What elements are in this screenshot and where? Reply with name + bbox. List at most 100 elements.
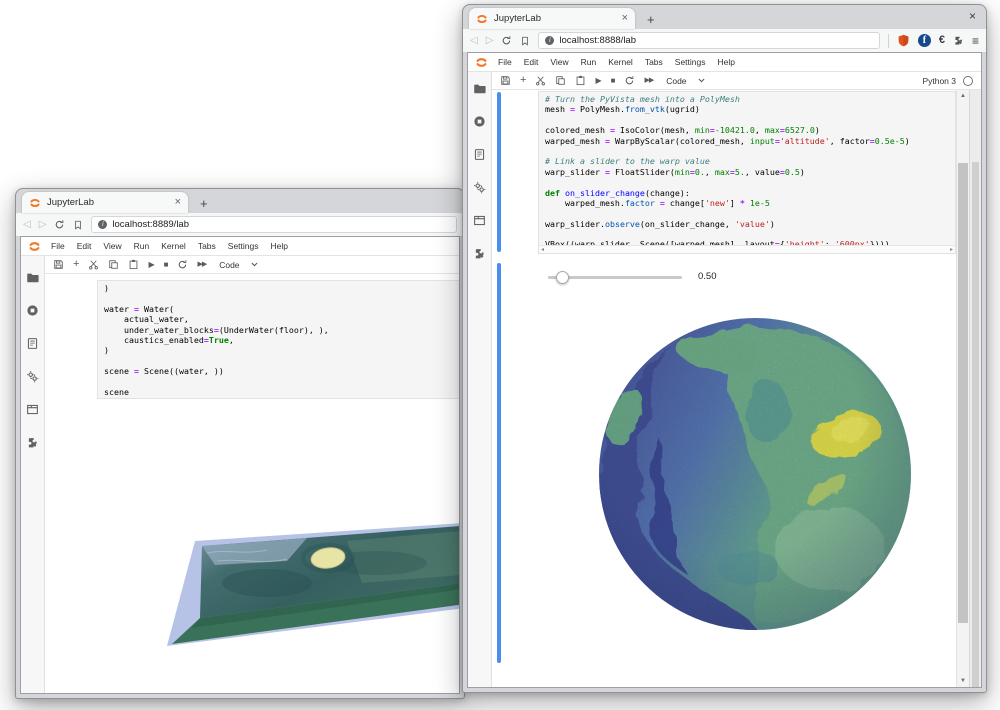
bookmark-icon[interactable] <box>73 220 83 230</box>
paste-icon[interactable] <box>128 259 139 270</box>
window-close-icon[interactable]: × <box>969 10 976 22</box>
back-icon[interactable]: ◁ <box>23 220 31 230</box>
jupyter-logo-icon <box>28 240 41 253</box>
restart-kernel-icon[interactable] <box>624 75 635 86</box>
menu-view[interactable]: View <box>97 241 127 251</box>
running-sessions-icon[interactable] <box>26 304 39 317</box>
save-icon[interactable] <box>53 259 64 270</box>
vertical-scrollbar[interactable]: ▲ ▼ <box>956 90 970 687</box>
new-tab-button[interactable]: + <box>647 13 655 26</box>
stop-icon[interactable]: ■ <box>164 261 169 269</box>
site-info-icon[interactable]: i <box>98 220 107 229</box>
menu-settings[interactable]: Settings <box>222 241 265 251</box>
active-cell-indicator[interactable] <box>497 92 501 252</box>
scrollbar-thumb[interactable] <box>958 163 968 623</box>
code-editor[interactable]: ) water = Water( actual_water, under_wat… <box>98 281 459 397</box>
currency-extension-icon[interactable]: € <box>939 35 945 46</box>
menu-kernel[interactable]: Kernel <box>155 241 192 251</box>
extensions-puzzle-icon[interactable] <box>953 35 964 46</box>
bookmark-icon[interactable] <box>520 36 530 46</box>
menu-tabs[interactable]: Tabs <box>639 57 669 67</box>
globe-scene-output[interactable] <box>598 317 912 631</box>
cut-icon[interactable] <box>88 259 99 270</box>
shield-icon[interactable] <box>897 34 910 47</box>
scroll-left-icon[interactable]: ◂ <box>541 247 544 253</box>
url-bar[interactable]: i localhost:8888/lab <box>538 32 879 49</box>
browser-tab[interactable]: JupyterLab × <box>22 192 188 213</box>
reload-icon[interactable] <box>54 219 65 230</box>
url-text: localhost:8888/lab <box>559 35 636 46</box>
notebook-toolbar: + ▶ ■ ▶▶ Code Python 3 <box>492 72 981 90</box>
run-all-icon[interactable]: ▶▶ <box>644 77 653 84</box>
file-browser-icon[interactable] <box>26 271 39 284</box>
kernel-name[interactable]: Python 3 <box>922 76 956 86</box>
water-scene-output[interactable] <box>147 513 459 663</box>
copy-icon[interactable] <box>108 259 119 270</box>
url-bar[interactable]: i localhost:8889/lab <box>91 216 457 233</box>
extension-manager-icon[interactable] <box>26 436 39 449</box>
menu-file[interactable]: File <box>45 241 71 251</box>
tab-close-icon[interactable]: × <box>622 13 628 24</box>
open-tabs-icon[interactable] <box>473 214 486 227</box>
run-all-icon[interactable]: ▶▶ <box>197 261 206 268</box>
menu-tabs[interactable]: Tabs <box>192 241 222 251</box>
menu-run[interactable]: Run <box>128 241 156 251</box>
tab-close-icon[interactable]: × <box>175 197 181 208</box>
menu-help[interactable]: Help <box>265 241 294 251</box>
add-cell-icon[interactable]: + <box>73 259 79 270</box>
menu-view[interactable]: View <box>544 57 574 67</box>
property-inspector-icon[interactable] <box>26 370 39 383</box>
open-tabs-icon[interactable] <box>26 403 39 416</box>
browser-tab-bar: JupyterLab × + <box>16 189 464 213</box>
new-tab-button[interactable]: + <box>200 197 208 210</box>
running-sessions-icon[interactable] <box>473 115 486 128</box>
site-info-icon[interactable]: i <box>545 36 554 45</box>
scroll-right-icon[interactable]: ▸ <box>950 247 953 253</box>
menu-items: FileEditViewRunKernelTabsSettingsHelp <box>492 57 741 67</box>
code-cell[interactable]: # Turn the PyVista mesh into a PolyMeshm… <box>538 91 956 254</box>
forward-icon[interactable]: ▷ <box>486 36 494 46</box>
warp-slider-handle[interactable] <box>556 271 569 284</box>
forward-icon[interactable]: ▷ <box>39 220 47 230</box>
scroll-up-icon[interactable]: ▲ <box>957 93 969 99</box>
browser-tab[interactable]: JupyterLab × <box>469 8 635 29</box>
cell-type-dropdown[interactable]: Code <box>666 76 705 86</box>
jupyter-favicon <box>476 13 488 25</box>
back-icon[interactable]: ◁ <box>470 36 478 46</box>
code-editor[interactable]: # Turn the PyVista mesh into a PolyMeshm… <box>539 92 955 250</box>
horizontal-scrollbar[interactable]: ◂ ▸ <box>539 245 955 253</box>
scroll-down-icon[interactable]: ▼ <box>957 678 969 684</box>
page-content: FileEditViewRunKernelTabsSettingsHelp + … <box>467 52 982 688</box>
page-scrollbar-thumb[interactable] <box>972 162 979 687</box>
save-icon[interactable] <box>500 75 511 86</box>
output-cell-indicator[interactable] <box>497 263 501 663</box>
restart-kernel-icon[interactable] <box>177 259 188 270</box>
copy-icon[interactable] <box>555 75 566 86</box>
command-palette-icon[interactable] <box>473 148 486 161</box>
app-menu-icon[interactable]: ≡ <box>972 35 979 47</box>
menu-help[interactable]: Help <box>712 57 741 67</box>
cell-type-dropdown[interactable]: Code <box>219 260 258 270</box>
file-browser-icon[interactable] <box>473 82 486 95</box>
extension-manager-icon[interactable] <box>473 247 486 260</box>
run-icon[interactable]: ▶ <box>148 261 154 269</box>
paste-icon[interactable] <box>575 75 586 86</box>
command-palette-icon[interactable] <box>26 337 39 350</box>
account-icon[interactable]: f <box>918 34 931 47</box>
menu-kernel[interactable]: Kernel <box>602 57 639 67</box>
menu-edit[interactable]: Edit <box>71 241 98 251</box>
menu-run[interactable]: Run <box>575 57 603 67</box>
menu-file[interactable]: File <box>492 57 518 67</box>
menu-settings[interactable]: Settings <box>669 57 712 67</box>
kernel-status-icon[interactable] <box>963 76 973 86</box>
stop-icon[interactable]: ■ <box>611 77 616 85</box>
chevron-down-icon <box>697 76 706 85</box>
jupyterlab-menu-bar: FileEditViewRunKernelTabsSettingsHelp <box>21 237 459 256</box>
property-inspector-icon[interactable] <box>473 181 486 194</box>
cut-icon[interactable] <box>535 75 546 86</box>
menu-edit[interactable]: Edit <box>518 57 545 67</box>
run-icon[interactable]: ▶ <box>595 77 601 85</box>
code-cell[interactable]: ) water = Water( actual_water, under_wat… <box>97 280 459 399</box>
add-cell-icon[interactable]: + <box>520 75 526 86</box>
reload-icon[interactable] <box>501 35 512 46</box>
